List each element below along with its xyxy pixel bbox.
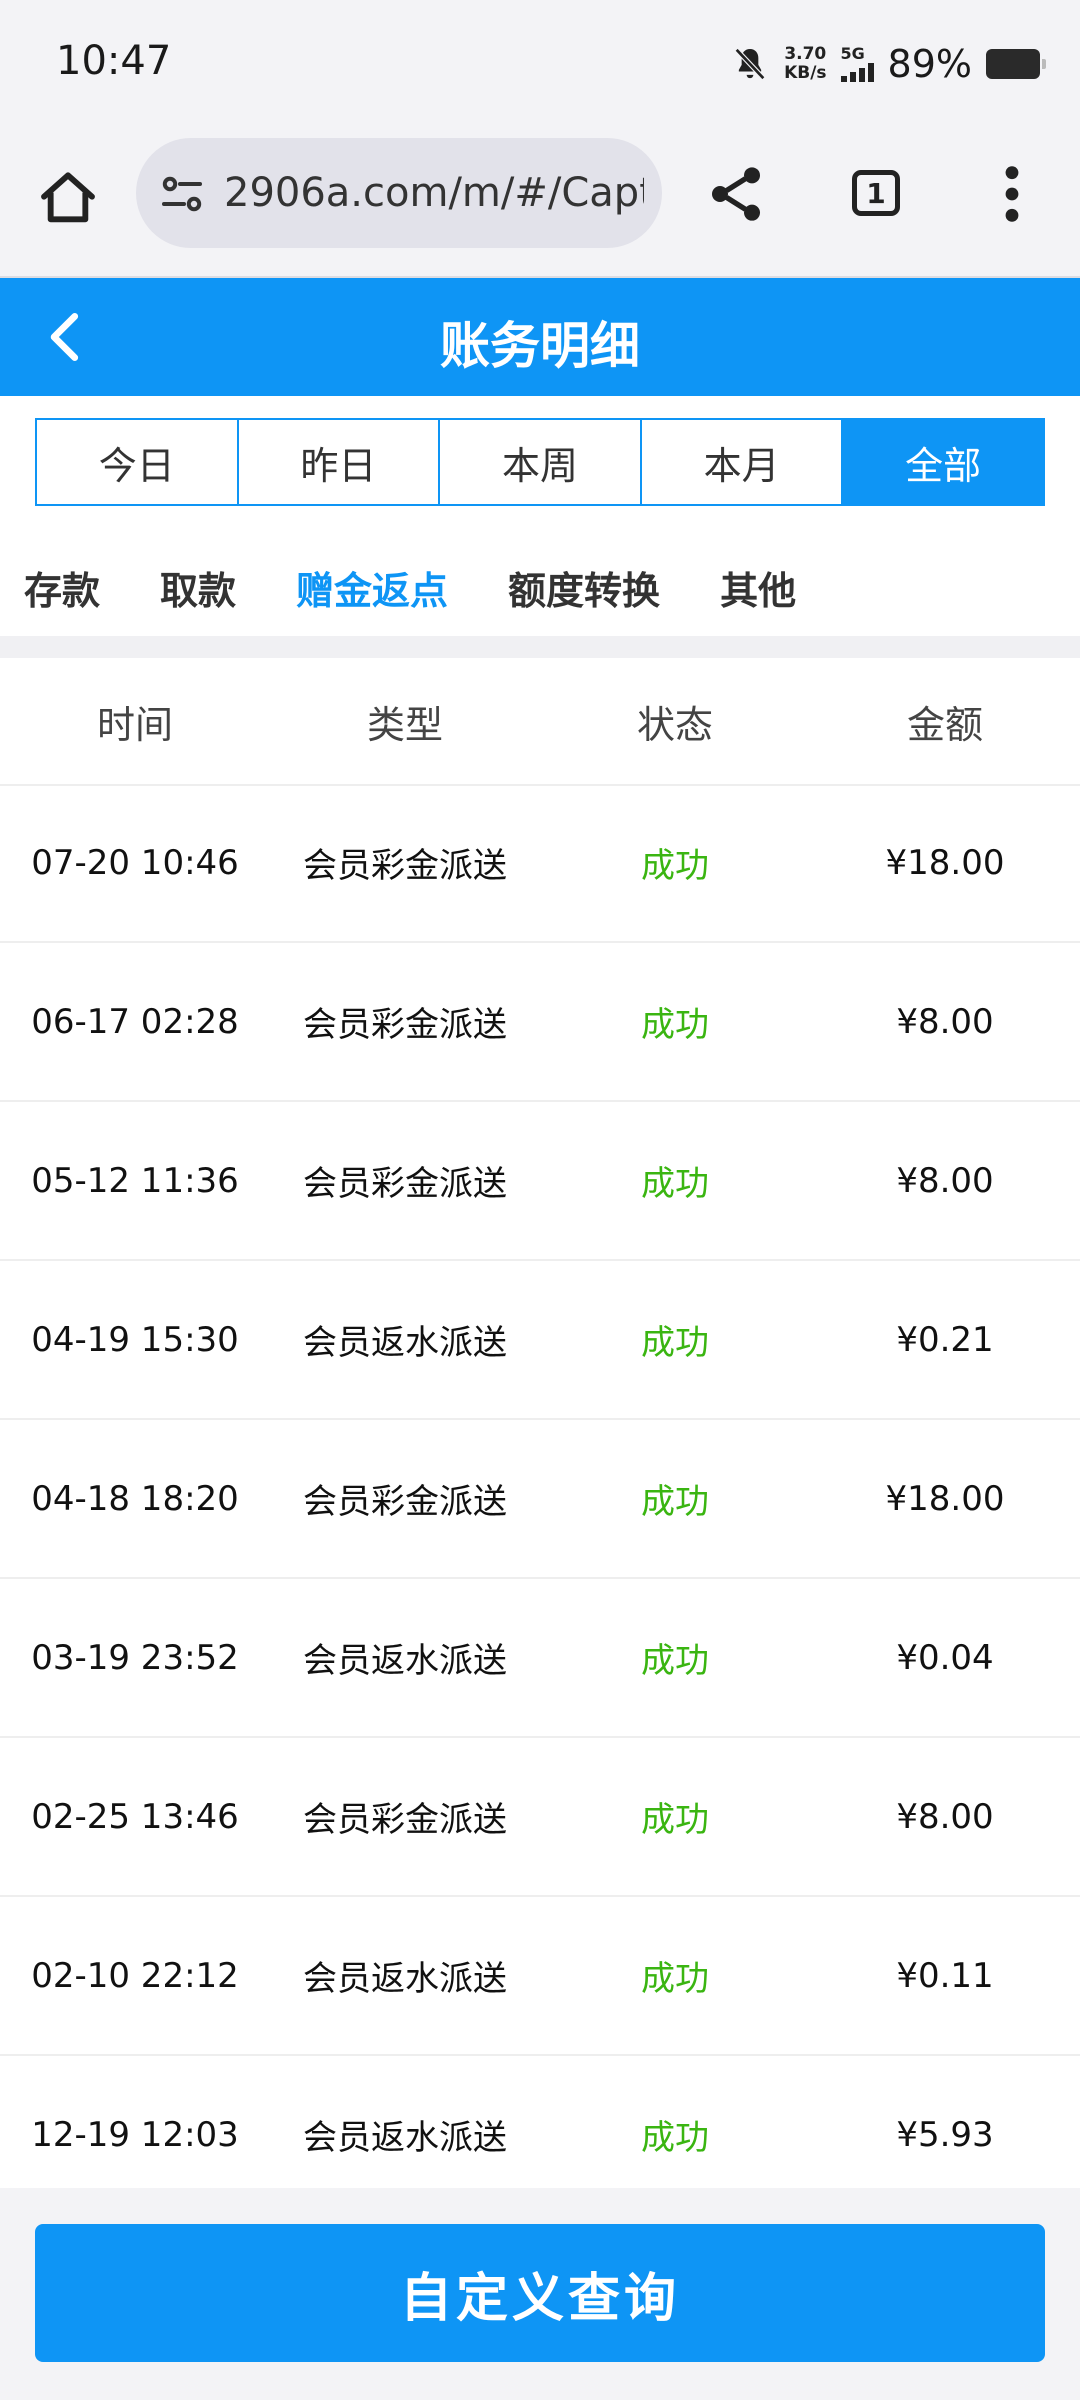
row-amount: ¥8.00 xyxy=(896,1796,994,1837)
column-header-time: 时间 xyxy=(96,702,173,747)
row-type: 会员彩金派送 xyxy=(303,846,507,886)
category-tabs: 存款 取款 赠金返点 额度转换 其他 xyxy=(0,546,1080,636)
table-row[interactable]: 02-10 22:12 会员返水派送 成功 ¥0.11 xyxy=(0,1897,1080,2056)
period-filter: 今日 昨日 本周 本月 全部 xyxy=(35,418,1045,506)
row-type: 会员彩金派送 xyxy=(303,1164,507,1204)
period-tab-today[interactable]: 今日 xyxy=(35,418,239,506)
main-content: 今日 昨日 本周 本月 全部 存款 取款 赠金返点 额度转换 其他 时间 类型 … xyxy=(0,396,1080,2400)
row-amount: ¥18.00 xyxy=(885,842,1005,883)
category-tab-deposit[interactable]: 存款 xyxy=(24,546,100,636)
row-amount: ¥5.93 xyxy=(896,2114,994,2155)
table-row[interactable]: 04-19 15:30 会员返水派送 成功 ¥0.21 xyxy=(0,1261,1080,1420)
row-time: 04-19 15:30 xyxy=(31,1319,239,1360)
network-type: 5G xyxy=(840,44,865,63)
site-settings-icon[interactable] xyxy=(158,170,206,218)
row-type: 会员返水派送 xyxy=(303,1959,507,1999)
row-time: 03-19 23:52 xyxy=(31,1637,239,1678)
column-header-type: 类型 xyxy=(366,702,443,747)
row-time: 07-20 10:46 xyxy=(31,842,239,883)
signal-icon: 5G xyxy=(840,44,874,82)
home-icon[interactable] xyxy=(36,166,100,230)
period-tab-yesterday[interactable]: 昨日 xyxy=(238,418,441,506)
period-tab-this-month[interactable]: 本月 xyxy=(641,418,844,506)
more-menu-icon[interactable] xyxy=(994,162,1030,226)
row-time: 06-17 02:28 xyxy=(31,1001,239,1042)
row-amount: ¥8.00 xyxy=(896,1001,994,1042)
network-speed-unit: KB/s xyxy=(784,63,827,83)
section-divider xyxy=(0,636,1080,658)
row-status: 成功 xyxy=(641,1641,709,1681)
row-time: 04-18 18:20 xyxy=(31,1478,239,1519)
row-type: 会员彩金派送 xyxy=(303,1005,507,1045)
records-table: 07-20 10:46 会员彩金派送 成功 ¥18.00 06-17 02:28… xyxy=(0,784,1080,2215)
row-type: 会员返水派送 xyxy=(303,2118,507,2158)
battery-icon xyxy=(986,49,1046,79)
table-row[interactable]: 02-25 13:46 会员彩金派送 成功 ¥8.00 xyxy=(0,1738,1080,1897)
row-amount: ¥8.00 xyxy=(896,1160,994,1201)
row-type: 会员返水派送 xyxy=(303,1641,507,1681)
row-status: 成功 xyxy=(641,1800,709,1840)
table-row[interactable]: 06-17 02:28 会员彩金派送 成功 ¥8.00 xyxy=(0,943,1080,1102)
table-header: 时间 类型 状态 金额 xyxy=(0,658,1080,786)
period-tab-this-week[interactable]: 本周 xyxy=(440,418,642,506)
tab-switcher-button[interactable]: 1 xyxy=(852,170,900,216)
category-tab-other[interactable]: 其他 xyxy=(720,546,796,636)
custom-query-button[interactable]: 自定义查询 xyxy=(35,2224,1045,2362)
url-text[interactable]: 2906a.com/m/#/Capta xyxy=(224,170,644,216)
table-row[interactable]: 04-18 18:20 会员彩金派送 成功 ¥18.00 xyxy=(0,1420,1080,1579)
row-time: 02-25 13:46 xyxy=(31,1796,239,1837)
status-icons: 3.70 KB/s 5G 89% xyxy=(730,36,1046,92)
category-tab-bonus-rebate[interactable]: 赠金返点 xyxy=(296,546,448,636)
share-icon[interactable] xyxy=(704,162,768,226)
page-title: 账务明细 xyxy=(440,317,640,375)
row-time: 12-19 12:03 xyxy=(31,2114,239,2155)
row-status: 成功 xyxy=(641,1959,709,1999)
row-status: 成功 xyxy=(641,1482,709,1522)
row-amount: ¥0.04 xyxy=(896,1637,994,1678)
row-time: 05-12 11:36 xyxy=(31,1160,239,1201)
row-status: 成功 xyxy=(641,1164,709,1204)
row-type: 会员彩金派送 xyxy=(303,1800,507,1840)
address-bar[interactable]: 2906a.com/m/#/Capta xyxy=(136,138,662,248)
battery-percent: 89% xyxy=(887,42,972,86)
row-amount: ¥0.21 xyxy=(896,1319,994,1360)
row-status: 成功 xyxy=(641,2118,709,2158)
row-status: 成功 xyxy=(641,846,709,886)
page-header: 账务明细 xyxy=(0,278,1080,396)
column-header-status: 状态 xyxy=(636,702,713,747)
status-bar: 10:47 3.70 KB/s 5G 89% xyxy=(0,0,1080,130)
table-row[interactable]: 07-20 10:46 会员彩金派送 成功 ¥18.00 xyxy=(0,784,1080,943)
category-tab-withdrawal[interactable]: 取款 xyxy=(160,546,236,636)
row-status: 成功 xyxy=(641,1323,709,1363)
table-row[interactable]: 05-12 11:36 会员彩金派送 成功 ¥8.00 xyxy=(0,1102,1080,1261)
browser-toolbar: 2906a.com/m/#/Capta 1 xyxy=(0,130,1080,278)
row-amount: ¥0.11 xyxy=(896,1955,994,1996)
table-row[interactable]: 03-19 23:52 会员返水派送 成功 ¥0.04 xyxy=(0,1579,1080,1738)
bell-muted-icon xyxy=(734,48,766,80)
row-amount: ¥18.00 xyxy=(885,1478,1005,1519)
row-status: 成功 xyxy=(641,1005,709,1045)
category-tab-transfer[interactable]: 额度转换 xyxy=(508,546,660,636)
row-type: 会员返水派送 xyxy=(303,1323,507,1363)
network-speed: 3.70 KB/s xyxy=(784,45,826,83)
status-time: 10:47 xyxy=(56,38,172,84)
column-header-amount: 金额 xyxy=(906,702,983,747)
row-type: 会员彩金派送 xyxy=(303,1482,507,1522)
network-speed-value: 3.70 xyxy=(784,44,827,64)
period-tab-all[interactable]: 全部 xyxy=(843,418,1045,506)
row-time: 02-10 22:12 xyxy=(31,1955,239,1996)
